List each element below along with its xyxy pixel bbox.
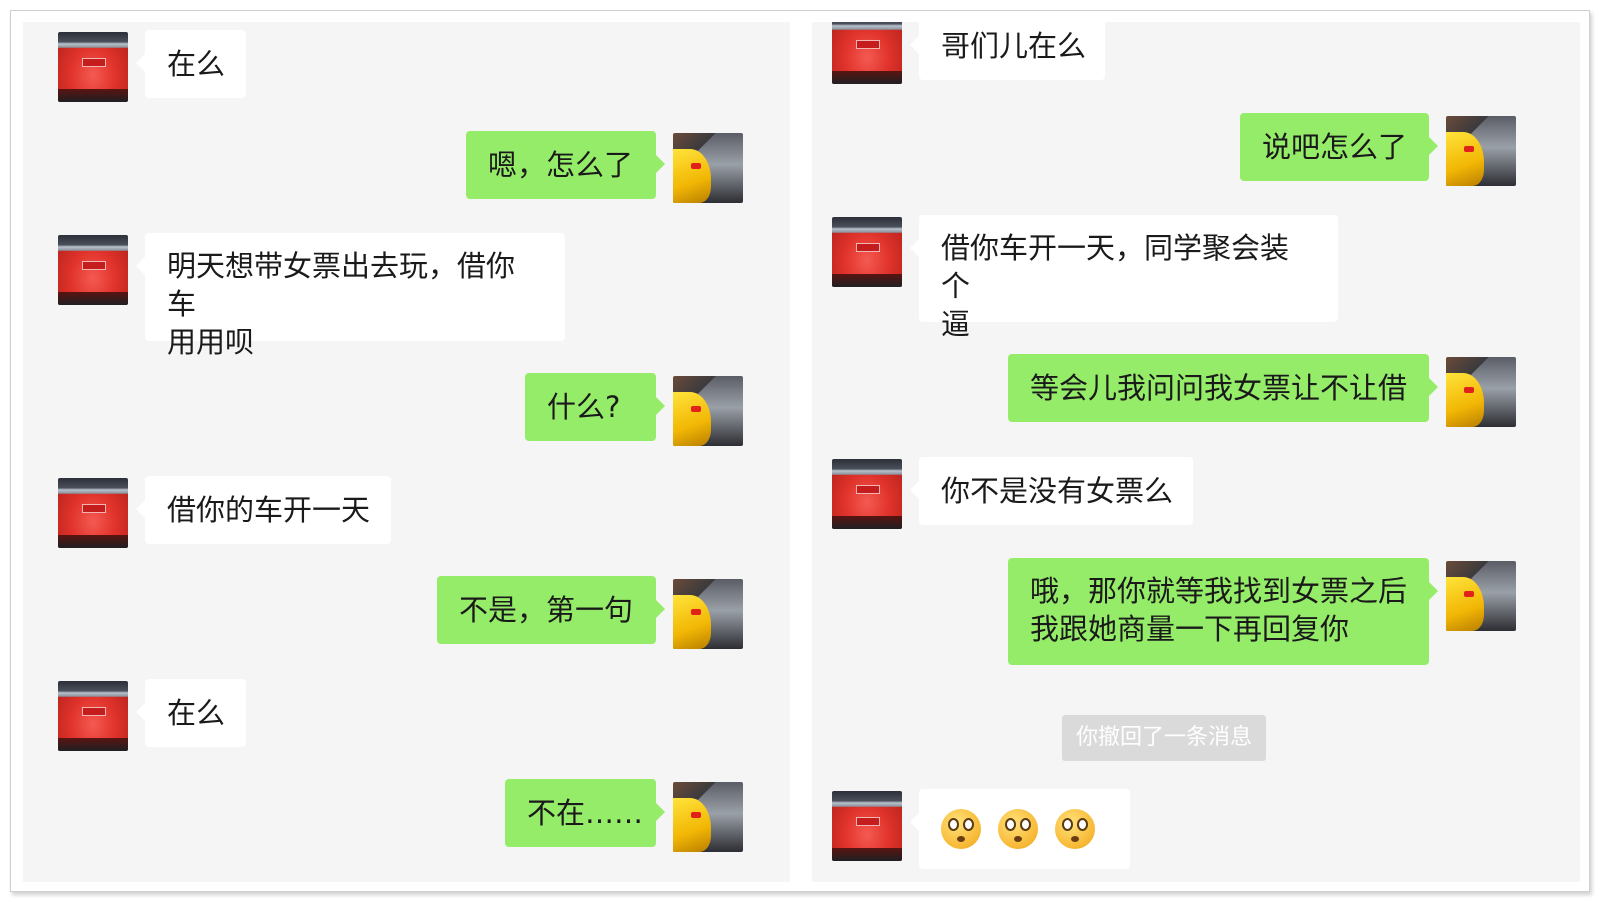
chat-panel-right[interactable]: 哥们儿在么 说吧怎么了 借你车开一天，同学聚会装个 逼 等会儿我问问我女票让不让… — [812, 22, 1580, 882]
chat-panel-left[interactable]: 在么 嗯，怎么了 明天想带女票出去玩，借你车 用用呗 什么? 借你的车开一天 不… — [23, 22, 790, 882]
message-text: 哦，那你就等我找到女票之后 我跟她商量一下再回复你 — [1030, 572, 1407, 648]
message-text: 借你的车开一天 — [167, 493, 371, 527]
message-bubble-incoming[interactable]: 你不是没有女票么 — [910, 457, 1193, 525]
message-bubble-outgoing[interactable]: 说吧怎么了 — [1240, 113, 1438, 181]
message-bubble-incoming[interactable]: 在么 — [136, 30, 246, 98]
message-bubble-outgoing[interactable]: 哦，那你就等我找到女票之后 我跟她商量一下再回复你 — [1008, 558, 1438, 665]
my-avatar[interactable] — [673, 579, 743, 649]
message-text: 在么 — [167, 696, 226, 730]
message-text: 什么? — [547, 390, 621, 424]
message-text: 在么 — [167, 47, 226, 81]
message-bubble-incoming[interactable]: 明天想带女票出去玩，借你车 用用呗 — [136, 233, 565, 359]
message-line: 哦，那你就等我找到女票之后 — [1030, 574, 1408, 608]
my-avatar[interactable] — [1446, 357, 1516, 427]
message-line: 明天想带女票出去玩，借你车 — [167, 249, 516, 321]
message-bubble-incoming[interactable] — [910, 789, 1130, 869]
friend-avatar[interactable] — [832, 791, 902, 861]
message-line: 用用呗 — [167, 325, 255, 359]
message-text: 借你车开一天，同学聚会装个 逼 — [941, 229, 1316, 343]
message-bubble-incoming[interactable]: 在么 — [136, 679, 246, 747]
message-text: 不是，第一句 — [459, 593, 634, 627]
my-avatar[interactable] — [673, 782, 743, 852]
message-text: 哥们儿在么 — [941, 29, 1087, 63]
message-text: 等会儿我问问我女票让不让借 — [1030, 371, 1408, 405]
friend-avatar[interactable] — [58, 681, 128, 751]
message-bubble-outgoing[interactable]: 什么? — [525, 373, 665, 441]
flushed-face-icon — [998, 809, 1038, 849]
message-text: 说吧怎么了 — [1262, 130, 1408, 164]
my-avatar[interactable] — [1446, 561, 1516, 631]
my-avatar[interactable] — [673, 376, 743, 446]
recall-notice: 你撤回了一条消息 — [1062, 715, 1267, 761]
message-bubble-incoming[interactable]: 借你车开一天，同学聚会装个 逼 — [910, 215, 1338, 341]
message-bubble-outgoing[interactable]: 不在…… — [505, 779, 665, 847]
friend-avatar[interactable] — [832, 459, 902, 529]
flushed-face-icon — [941, 809, 981, 849]
message-bubble-incoming[interactable]: 哥们儿在么 — [910, 22, 1105, 80]
friend-avatar[interactable] — [58, 478, 128, 548]
friend-avatar[interactable] — [832, 217, 902, 287]
message-bubble-outgoing[interactable]: 等会儿我问问我女票让不让借 — [1008, 354, 1438, 422]
message-bubble-outgoing[interactable]: 嗯，怎么了 — [466, 131, 665, 199]
flushed-face-icon — [1055, 809, 1095, 849]
friend-avatar[interactable] — [58, 235, 128, 305]
message-text: 不在…… — [527, 796, 644, 830]
message-text: 明天想带女票出去玩，借你车 用用呗 — [167, 247, 543, 361]
message-bubble-incoming[interactable]: 借你的车开一天 — [136, 476, 391, 544]
friend-avatar[interactable] — [58, 32, 128, 102]
message-line: 我跟她商量一下再回复你 — [1030, 612, 1350, 646]
message-text: 你不是没有女票么 — [941, 474, 1174, 508]
message-line: 逼 — [941, 307, 971, 341]
my-avatar[interactable] — [673, 133, 743, 203]
my-avatar[interactable] — [1446, 116, 1516, 186]
message-line: 借你车开一天，同学聚会装个 — [941, 231, 1290, 303]
friend-avatar[interactable] — [832, 22, 902, 84]
message-bubble-outgoing[interactable]: 不是，第一句 — [437, 576, 665, 644]
message-text: 嗯，怎么了 — [488, 148, 634, 182]
